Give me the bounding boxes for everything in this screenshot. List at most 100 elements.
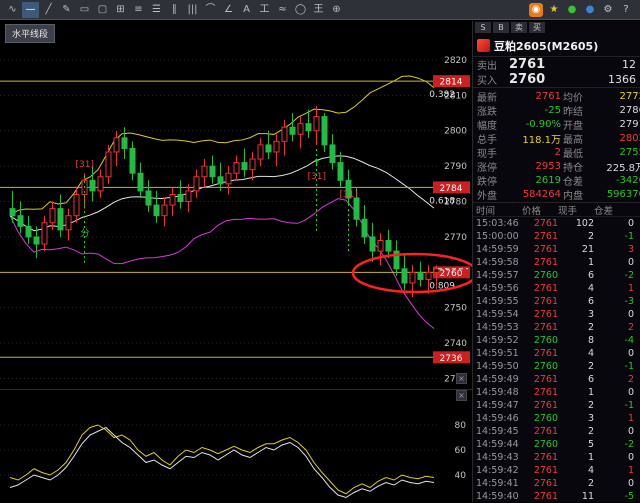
tape-delta: 2 bbox=[594, 374, 638, 385]
parallel-lines-icon[interactable]: ∥ bbox=[166, 2, 183, 18]
tape-price: 2761 bbox=[522, 465, 558, 476]
stat-label: 幅度 bbox=[477, 117, 507, 132]
tape-row[interactable]: 15:03:4627611020 bbox=[473, 217, 640, 230]
candlestick-chart-pane[interactable]: 2820281028002790278027702760275027402730… bbox=[0, 21, 472, 388]
tape-volume: 2 bbox=[558, 322, 594, 333]
circle-tool-icon[interactable]: ◯ bbox=[292, 2, 309, 18]
close-main-pane-button[interactable]: × bbox=[456, 373, 467, 384]
tape-row[interactable]: 14:59:4727612-1 bbox=[473, 399, 640, 412]
wang-tool-icon[interactable]: 王 bbox=[310, 2, 327, 18]
marker-button-2[interactable]: 卖 bbox=[511, 22, 527, 33]
tape-row[interactable]: 14:59:41276120 bbox=[473, 477, 640, 490]
tape-row[interactable]: 14:59:42276141 bbox=[473, 464, 640, 477]
contract-header[interactable]: 豆粕2605(M2605) bbox=[473, 35, 640, 57]
stat-value: 596370 bbox=[593, 189, 640, 200]
arc-icon[interactable]: ⌒ bbox=[202, 2, 219, 18]
tape-row[interactable]: 14:59:5027602-1 bbox=[473, 360, 640, 373]
tape-time: 14:59:56 bbox=[476, 283, 522, 294]
rectangle-icon[interactable]: ▭ bbox=[76, 2, 93, 18]
help-icon[interactable]: ? bbox=[619, 3, 633, 17]
stat-value: 225.8万 bbox=[593, 159, 640, 174]
zigzag-line-icon[interactable]: ∿ bbox=[4, 2, 21, 18]
tape-row[interactable]: 14:59:592761213 bbox=[473, 243, 640, 256]
tape-volume: 3 bbox=[558, 413, 594, 424]
tape-delta: -5 bbox=[594, 491, 638, 502]
tape-volume: 1 bbox=[558, 452, 594, 463]
tape-volume: 8 bbox=[558, 335, 594, 346]
tape-row[interactable]: 14:59:48276110 bbox=[473, 386, 640, 399]
tape-delta: -1 bbox=[594, 231, 638, 242]
tape-row[interactable]: 14:59:5227608-4 bbox=[473, 334, 640, 347]
angle-icon[interactable]: ∠ bbox=[220, 2, 237, 18]
wave-tool-icon[interactable]: ≈ bbox=[274, 2, 291, 18]
marker-button-0[interactable]: S bbox=[475, 22, 491, 33]
tape-delta: -3 bbox=[594, 296, 638, 307]
gann-tool-icon[interactable]: 工 bbox=[256, 2, 273, 18]
tape-delta: 1 bbox=[594, 413, 638, 424]
favorite-icon[interactable]: ★ bbox=[547, 3, 561, 17]
settings-icon[interactable]: ⚙ bbox=[601, 3, 615, 17]
tape-price: 2760 bbox=[522, 335, 558, 346]
stat-label: 涨停 bbox=[477, 159, 507, 174]
tape-volume: 4 bbox=[558, 465, 594, 476]
tape-price: 2761 bbox=[522, 283, 558, 294]
tape-row[interactable]: 14:59:54276130 bbox=[473, 308, 640, 321]
tape-volume: 6 bbox=[558, 374, 594, 385]
time-sales-list[interactable]: 15:03:462761102015:00:0027612-114:59:592… bbox=[473, 217, 640, 502]
tape-row[interactable]: 14:59:5527616-3 bbox=[473, 295, 640, 308]
tape-row[interactable]: 14:59:49276162 bbox=[473, 373, 640, 386]
tape-delta: 0 bbox=[594, 218, 638, 229]
tape-delta: 1 bbox=[594, 465, 638, 476]
app-logo-icon[interactable]: ◉ bbox=[529, 3, 543, 17]
tape-volume: 6 bbox=[558, 270, 594, 281]
tape-row[interactable]: 15:00:0027612-1 bbox=[473, 230, 640, 243]
tape-row[interactable]: 14:59:51276140 bbox=[473, 347, 640, 360]
oscillator-indicator-pane[interactable]: 806040 bbox=[0, 389, 472, 503]
target-tool-icon[interactable]: ⊕ bbox=[328, 2, 345, 18]
grid-icon[interactable]: ⊞ bbox=[112, 2, 129, 18]
svg-text:2760: 2760 bbox=[440, 269, 463, 279]
list-icon[interactable]: ☰ bbox=[148, 2, 165, 18]
tape-row[interactable]: 14:59:5727606-2 bbox=[473, 269, 640, 282]
pencil-icon[interactable]: ✎ bbox=[58, 2, 75, 18]
ask-row[interactable]: 卖出 2761 12 bbox=[473, 57, 640, 72]
text-tool-icon[interactable]: A bbox=[238, 2, 255, 18]
toolbar-tool-group: ∿—╱✎▭▢⊞≡☰∥|||⌒∠A工≈◯王⊕ bbox=[4, 2, 345, 18]
quote-panel: SB卖买 豆粕2605(M2605) 卖出 2761 12 买入 2760 13… bbox=[472, 21, 640, 502]
marker-button-3[interactable]: 买 bbox=[529, 22, 545, 33]
tape-volume: 5 bbox=[558, 439, 594, 450]
close-indicator-pane-button[interactable]: × bbox=[456, 390, 467, 401]
tape-volume: 6 bbox=[558, 296, 594, 307]
svg-text:80: 80 bbox=[455, 421, 467, 431]
status-blue-icon[interactable]: ● bbox=[583, 3, 597, 17]
tape-row[interactable]: 14:59:53276122 bbox=[473, 321, 640, 334]
quote-stat-row: 外盘584264内盘596370 bbox=[477, 187, 640, 201]
tape-row[interactable]: 14:59:45276120 bbox=[473, 425, 640, 438]
tape-price: 2760 bbox=[522, 439, 558, 450]
tape-row[interactable]: 14:59:4427605-2 bbox=[473, 438, 640, 451]
svg-text:[31]: [31] bbox=[308, 172, 326, 182]
tape-row[interactable]: 14:59:46276031 bbox=[473, 412, 640, 425]
status-green-icon[interactable]: ● bbox=[565, 3, 579, 17]
tape-volume: 2 bbox=[558, 426, 594, 437]
tape-volume: 2 bbox=[558, 400, 594, 411]
svg-text:40: 40 bbox=[455, 471, 467, 481]
tape-time: 14:59:52 bbox=[476, 335, 522, 346]
stat-value: 2772 bbox=[593, 91, 640, 102]
tape-row[interactable]: 14:59:40276111-5 bbox=[473, 490, 640, 502]
marker-button-1[interactable]: B bbox=[493, 22, 509, 33]
stat-label: 总手 bbox=[477, 131, 507, 146]
tape-row[interactable]: 14:59:56276141 bbox=[473, 282, 640, 295]
svg-text:2814: 2814 bbox=[440, 78, 463, 88]
svg-text:[31]: [31] bbox=[340, 190, 358, 200]
tape-time: 14:59:46 bbox=[476, 413, 522, 424]
box-icon[interactable]: ▢ bbox=[94, 2, 111, 18]
bid-row[interactable]: 买入 2760 1366 bbox=[473, 72, 640, 87]
tape-row[interactable]: 14:59:58276110 bbox=[473, 256, 640, 269]
tape-row[interactable]: 14:59:43276110 bbox=[473, 451, 640, 464]
trend-line-icon[interactable]: ╱ bbox=[40, 2, 57, 18]
quote-stats-grid: 最新2761均价2772涨跌-25昨结2786幅度-0.90%开盘2791总手1… bbox=[473, 87, 640, 203]
horizontal-lines-icon[interactable]: ≡ bbox=[130, 2, 147, 18]
vertical-bars-icon[interactable]: ||| bbox=[184, 2, 201, 18]
horizontal-segment-icon[interactable]: — bbox=[22, 2, 39, 18]
